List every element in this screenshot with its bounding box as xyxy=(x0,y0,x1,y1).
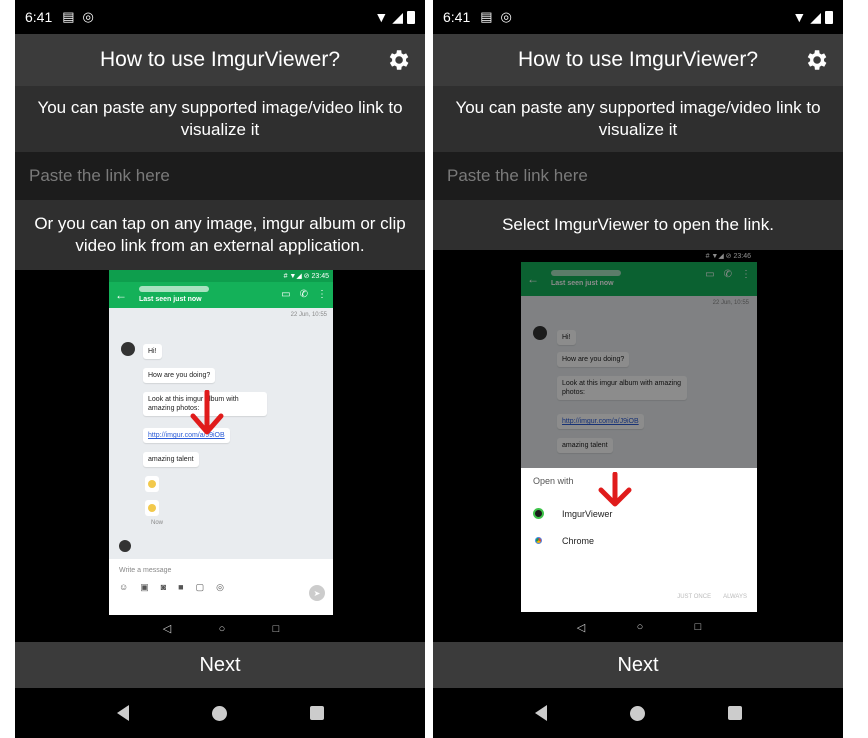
send-icon: ➤ xyxy=(309,585,325,601)
video-icon: ■ xyxy=(178,582,184,592)
mini-back-icon: ◁ xyxy=(162,623,172,635)
mini-status-bar: # ▼◢ ⊘ 23:45 xyxy=(109,270,333,282)
always-button: ALWAYS xyxy=(723,594,747,600)
recents-icon[interactable] xyxy=(309,706,324,720)
camera-icon: ◙ xyxy=(160,582,167,592)
tutorial-screenshot: # ▼◢ ⊘ 23:46 ← Last seen just now ▭ ✆ ⋮ … xyxy=(433,250,843,642)
avatar xyxy=(121,342,135,356)
back-arrow-icon: ← xyxy=(115,288,127,302)
tutorial-screenshot: # ▼◢ ⊘ 23:45 ← Last seen just now ▭ ✆ ⋮ … xyxy=(15,270,425,642)
intro-text: You can paste any supported image/video … xyxy=(15,86,425,152)
app-option-imgurviewer: ImgurViewer xyxy=(521,500,757,527)
wifi-icon: ▼ xyxy=(792,9,807,25)
mini-home-icon: ○ xyxy=(218,622,226,635)
status-bar: 6:41 ▤ ◎ ▼ ◢ xyxy=(15,0,425,34)
location-icon: ◎ xyxy=(216,582,224,592)
link-input[interactable]: Paste the link here xyxy=(15,152,425,200)
instruction-text: Select ImgurViewer to open the link. xyxy=(433,200,843,250)
page-title: How to use ImgurViewer? xyxy=(99,48,341,71)
intro-text: You can paste any supported image/video … xyxy=(433,86,843,152)
phone-icon: ✆ xyxy=(299,289,308,300)
battery-icon xyxy=(825,10,833,24)
red-arrow-icon xyxy=(190,390,224,435)
gear-icon[interactable] xyxy=(385,47,411,73)
emoji-icon: ☺ xyxy=(119,582,129,592)
nav-bar xyxy=(15,688,425,738)
status-time: 6:41 xyxy=(443,9,471,25)
just-once-button: JUST ONCE xyxy=(677,594,712,600)
home-icon[interactable] xyxy=(629,705,645,721)
phone-screen-left: 6:41 ▤ ◎ ▼ ◢ How to use ImgurViewer? You… xyxy=(15,0,425,738)
open-with-sheet: Open with ImgurViewer Chrome JUST ONCE A… xyxy=(521,468,757,612)
nav-bar xyxy=(433,688,843,738)
back-icon[interactable] xyxy=(534,705,547,721)
wifi-icon: ▼ xyxy=(374,9,389,25)
recents-icon[interactable] xyxy=(727,706,742,720)
mini-recent-icon: □ xyxy=(272,622,280,635)
notification-icon: ▤ xyxy=(480,9,493,24)
mini-nav-bar: ◁ ○ □ xyxy=(109,615,333,642)
dim-overlay xyxy=(521,250,757,468)
status-bar: 6:41 ▤ ◎ ▼ ◢ xyxy=(433,0,843,34)
sync-icon: ◎ xyxy=(500,9,512,24)
notification-icon: ▤ xyxy=(62,9,75,24)
sticker-icon: ▢ xyxy=(195,582,205,592)
mini-now-label: Now xyxy=(151,520,164,526)
phone-screen-right: 6:41 ▤ ◎ ▼ ◢ How to use ImgurViewer? You… xyxy=(433,0,843,738)
open-with-title: Open with xyxy=(533,476,574,486)
chat-bubble: Hi! xyxy=(143,344,162,359)
mini-home-icon: ○ xyxy=(636,621,644,633)
page-title: How to use ImgurViewer? xyxy=(517,48,759,71)
video-call-icon: ▭ xyxy=(281,289,291,300)
next-button[interactable]: Next xyxy=(433,642,843,688)
mini-chat-header: ← Last seen just now ▭ ✆ ⋮ xyxy=(109,282,333,308)
chat-app-screenshot: # ▼◢ ⊘ 23:45 ← Last seen just now ▭ ✆ ⋮ … xyxy=(109,270,333,615)
mini-compose-placeholder: Write a message xyxy=(119,567,172,574)
mini-date: 22 Jun, 10:55 xyxy=(290,312,327,318)
chooser-screenshot: # ▼◢ ⊘ 23:46 ← Last seen just now ▭ ✆ ⋮ … xyxy=(521,250,757,612)
mini-nav-bar: ◁ ○ □ xyxy=(521,612,757,642)
home-icon[interactable] xyxy=(211,705,227,721)
gear-icon[interactable] xyxy=(803,47,829,73)
red-arrow-icon xyxy=(598,472,632,507)
next-button[interactable]: Next xyxy=(15,642,425,688)
emoji-sticker xyxy=(145,500,159,516)
avatar xyxy=(119,540,131,552)
status-time: 6:41 xyxy=(25,9,53,25)
app-bar: How to use ImgurViewer? xyxy=(433,34,843,86)
app-label: Chrome xyxy=(562,535,595,546)
mini-compose-bar: Write a message ☺ ▣ ◙ ■ ▢ ◎ ➤ xyxy=(109,559,333,615)
chat-bubble: amazing talent xyxy=(143,452,199,467)
blurred-contact-name xyxy=(139,286,209,292)
instruction-text: Or you can tap on any image, imgur album… xyxy=(15,200,425,270)
chrome-icon xyxy=(533,535,544,546)
more-icon: ⋮ xyxy=(317,289,327,300)
mini-back-icon: ◁ xyxy=(576,621,586,634)
mini-last-seen: Last seen just now xyxy=(139,296,202,303)
imgurviewer-icon xyxy=(533,508,544,519)
link-input[interactable]: Paste the link here xyxy=(433,152,843,200)
battery-icon xyxy=(407,10,415,24)
sync-icon: ◎ xyxy=(82,9,94,24)
chat-bubble: How are you doing? xyxy=(143,368,216,383)
emoji-sticker xyxy=(145,476,159,492)
signal-icon: ◢ xyxy=(810,8,821,25)
image-icon: ▣ xyxy=(140,582,149,592)
app-option-chrome: Chrome xyxy=(521,527,757,554)
app-label: ImgurViewer xyxy=(562,508,613,519)
back-icon[interactable] xyxy=(116,705,129,721)
signal-icon: ◢ xyxy=(392,8,403,25)
mini-recent-icon: □ xyxy=(694,621,702,633)
app-bar: How to use ImgurViewer? xyxy=(15,34,425,86)
